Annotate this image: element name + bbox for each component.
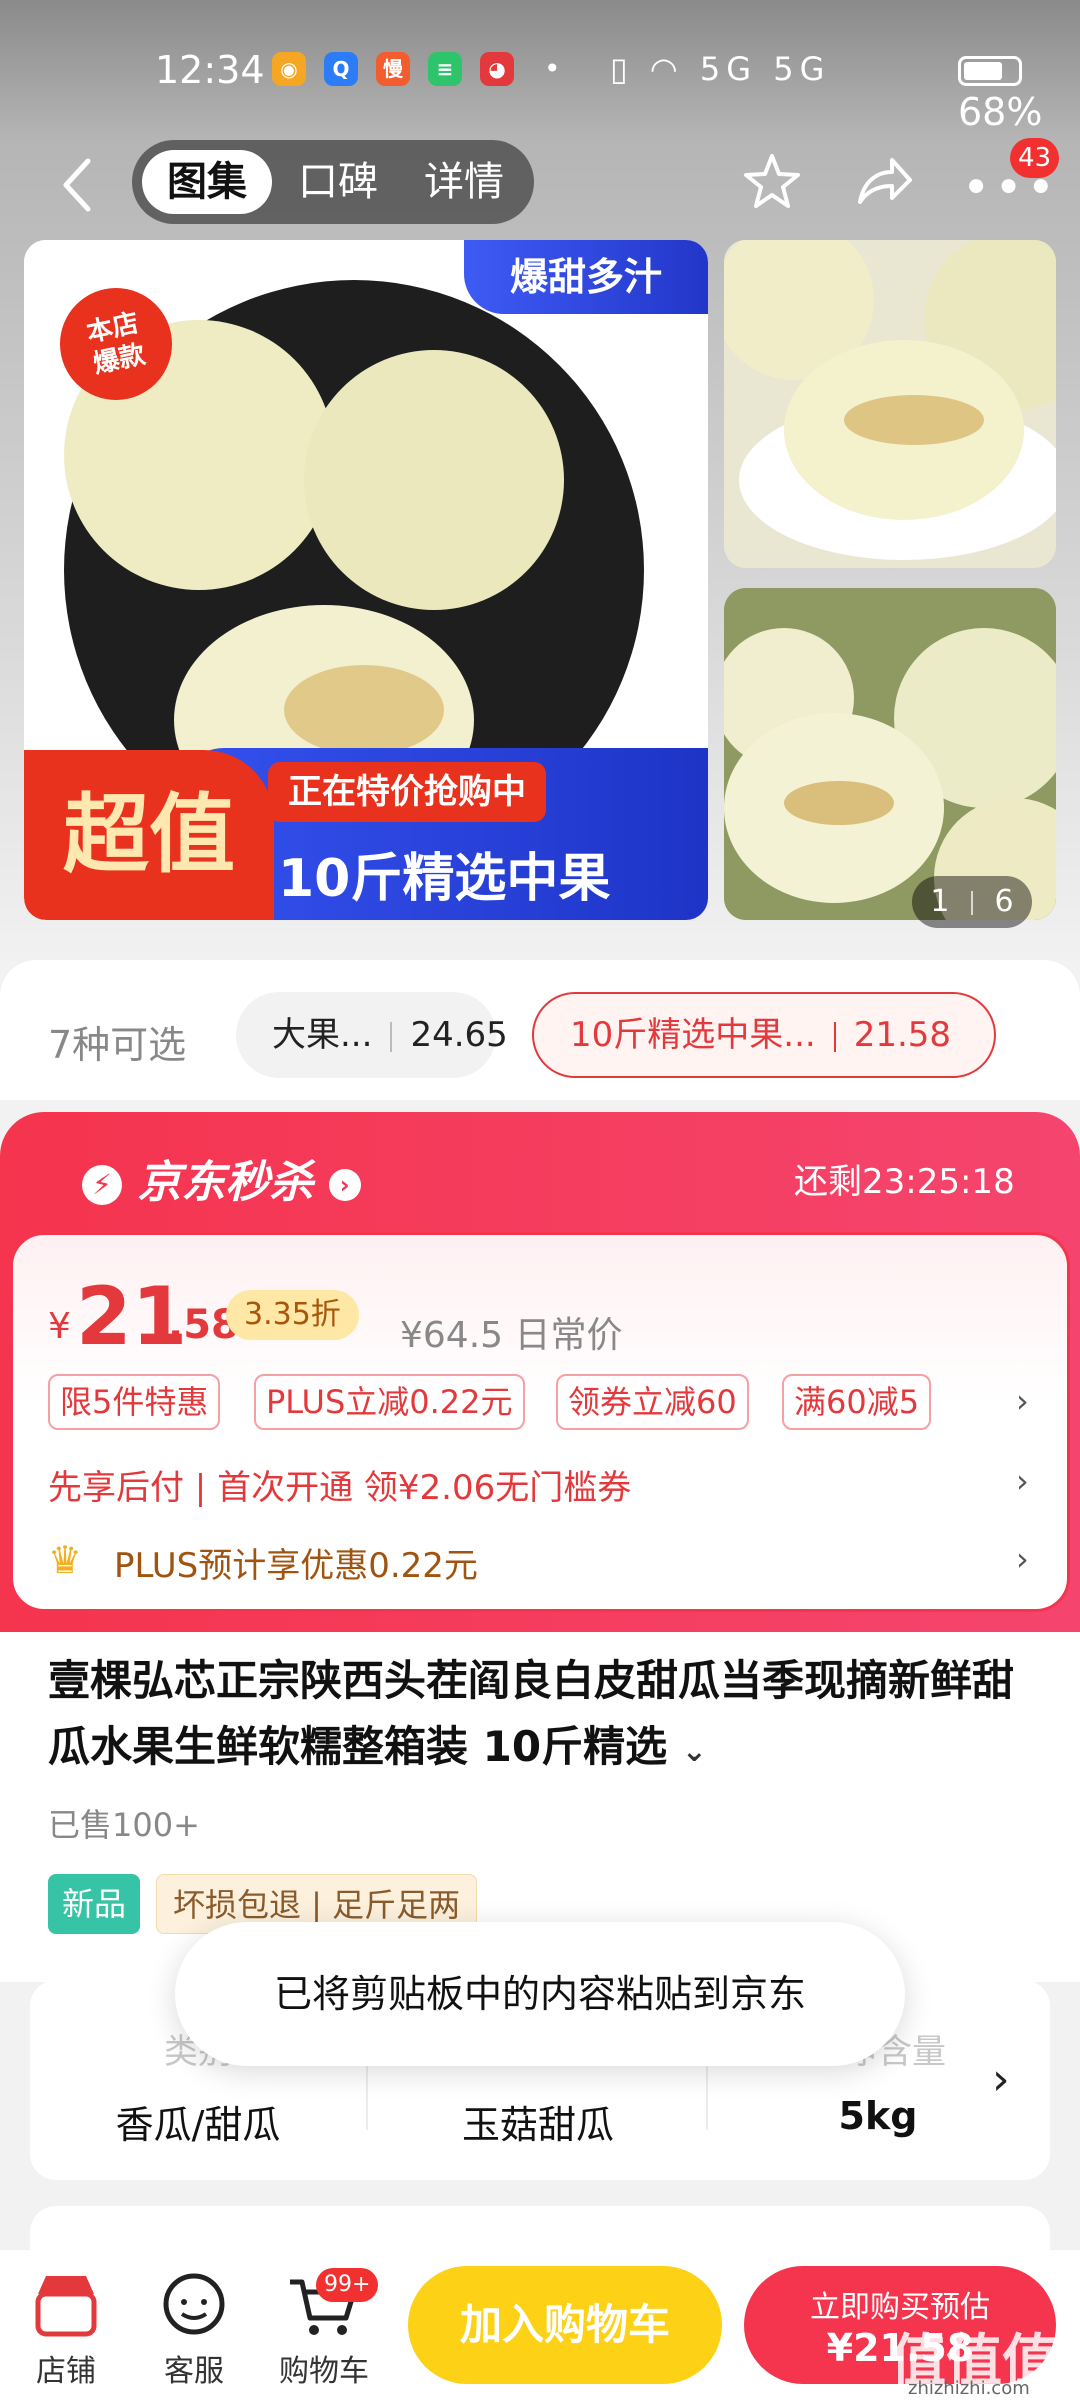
price-currency: ¥ <box>48 1306 71 1347</box>
chevron-right-icon[interactable]: › <box>1016 1382 1029 1420</box>
vibrate-icon: ▯ <box>610 50 634 88</box>
chevron-right-icon[interactable]: › <box>992 2054 1010 2105</box>
variant-chip-2-price: 21.58 <box>853 1015 952 1055</box>
great-value-badge: 超值 <box>24 750 274 920</box>
spec-value-variety: 玉菇甜瓜 <box>461 2103 614 2147</box>
product-title-text: 壹棵弘芯正宗陕西头茬阎良白皮甜瓜当季现摘新鲜甜瓜水果生鲜软糯整箱装 10斤精选 <box>48 1656 1015 1771</box>
sold-count: 已售100+ <box>48 1806 200 1844</box>
status-time: 12:34 <box>155 48 265 92</box>
spec-value-category: 香瓜/甜瓜 <box>115 2103 281 2147</box>
message-count-badge: 43 <box>1010 138 1060 178</box>
customer-service-icon[interactable] <box>154 2270 234 2340</box>
signal-icons: ▯ ◠ 5G 5G <box>610 50 830 88</box>
promo-tag-limit[interactable]: 限5件特惠 <box>48 1374 221 1430</box>
thumbnail-image-2[interactable] <box>724 588 1056 920</box>
chevron-right-icon[interactable]: › <box>1016 1462 1029 1500</box>
store-icon[interactable] <box>26 2270 106 2340</box>
wifi-icon: ◠ <box>649 50 684 88</box>
weibo-icon: ◉ <box>272 52 306 86</box>
variant-chip-divider <box>390 1021 393 1052</box>
promo-tag-plus[interactable]: PLUS立减0.22元 <box>254 1374 525 1430</box>
image-counter-total: 6 <box>994 884 1014 919</box>
chat-app-icon: ≡ <box>428 52 462 86</box>
variant-chip-1-name: 大果... <box>272 1015 373 1055</box>
back-arrow-icon[interactable] <box>58 155 98 215</box>
favorite-star-icon[interactable] <box>740 150 804 214</box>
signal-icon: 5G 5G <box>699 50 831 88</box>
app-icon: 慢 <box>376 52 410 86</box>
image-counter: 1 6 <box>912 876 1032 928</box>
seckill-countdown: 还剩23:25:18 <box>794 1162 1015 1202</box>
chevron-down-icon[interactable]: ⌄ <box>682 1734 707 1769</box>
header-tabs: 图集 口碑 详情 <box>132 140 534 224</box>
variant-chip-divider <box>833 1021 836 1052</box>
store-label[interactable]: 店铺 <box>6 2346 126 2390</box>
promo-tag-full-reduction[interactable]: 满60减5 <box>782 1374 932 1430</box>
lightning-icon: ⚡ <box>82 1165 122 1205</box>
chevron-right-icon[interactable]: › <box>1016 1540 1029 1578</box>
original-price: ¥64.5 日常价 <box>400 1315 623 1356</box>
product-title[interactable]: 壹棵弘芯正宗陕西头茬阎良白皮甜瓜当季现摘新鲜甜瓜水果生鲜软糯整箱装 10斤精选 … <box>48 1648 1028 1785</box>
notification-dot-icon: • <box>544 52 561 85</box>
search-app-icon: Q <box>324 52 358 86</box>
battery-level: 68% <box>958 46 1080 134</box>
watermark-url: zhizhizhi.com <box>908 2378 1030 2399</box>
battery-icon <box>958 55 1022 86</box>
melon-half-illustration <box>724 240 1056 568</box>
seckill-title-text: 京东秒杀 <box>137 1157 314 1208</box>
image-counter-divider <box>971 890 973 915</box>
spec-value-net-weight: 5kg <box>838 2094 918 2138</box>
pay-later-line[interactable]: 先享后付 | 首次开通 领¥2.06无门槛券 <box>48 1460 631 1509</box>
image-counter-current: 1 <box>930 884 950 919</box>
tab-details[interactable]: 详情 <box>404 150 524 214</box>
cart-label[interactable]: 购物车 <box>264 2346 384 2390</box>
variant-chip-2-name: 10斤精选中果... <box>570 1015 816 1055</box>
variant-chip-2-selected[interactable]: 10斤精选中果... 21.58 <box>532 992 996 1078</box>
variant-chip-1-price: 24.65 <box>410 1015 508 1055</box>
service-label[interactable]: 客服 <box>134 2346 254 2390</box>
tab-gallery[interactable]: 图集 <box>142 150 272 214</box>
cart-count-badge: 99+ <box>316 2268 379 2302</box>
new-product-tag: 新品 <box>48 1874 141 1934</box>
thumbnail-image-1[interactable] <box>724 240 1056 568</box>
variant-count[interactable]: 7种可选 <box>48 1014 186 1069</box>
crown-icon: ♛ <box>48 1538 83 1582</box>
promo-tag-coupon[interactable]: 领券立减60 <box>556 1374 749 1430</box>
tab-reviews[interactable]: 口碑 <box>278 150 398 214</box>
battery-percent: 68% <box>958 90 1043 134</box>
share-icon[interactable] <box>852 150 916 214</box>
melon-field-illustration <box>724 588 1056 920</box>
seckill-title[interactable]: ⚡ 京东秒杀 › <box>82 1146 361 1210</box>
discount-badge: 3.35折 <box>226 1290 359 1340</box>
clipboard-toast: 已将剪贴板中的内容粘贴到京东 <box>175 1922 905 2066</box>
main-product-image[interactable]: 爆甜多汁 本店 爆款 正在特价抢购中 10斤精选中果 超值 <box>24 240 708 920</box>
promo-banner-desc: 10斤精选中果 <box>278 849 611 909</box>
add-to-cart-button[interactable]: 加入购物车 <box>408 2266 722 2384</box>
promo-banner-sub: 正在特价抢购中 <box>268 762 546 822</box>
variant-chip-1[interactable]: 大果... 24.65 <box>236 992 508 1078</box>
chevron-right-icon: › <box>328 1169 361 1201</box>
banner-juicy: 爆甜多汁 <box>464 240 708 314</box>
jd-app-icon: ◕ <box>480 52 514 86</box>
plus-discount-line[interactable]: PLUS预计享优惠0.22元 <box>114 1538 478 1587</box>
